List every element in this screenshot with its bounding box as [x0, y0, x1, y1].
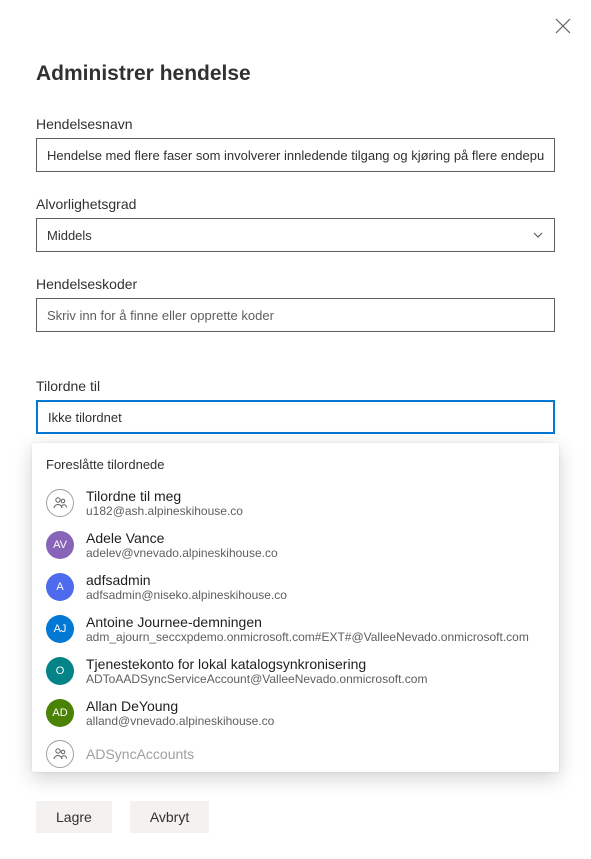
suggestion-email: alland@vnevado.alpineskihouse.co: [86, 714, 274, 728]
suggestion-item[interactable]: AD Allan DeYoungalland@vnevado.alpineskih…: [32, 692, 555, 734]
suggestion-item[interactable]: Tilordne til megu182@ash.alpineskihouse.…: [32, 482, 555, 524]
suggestion-email: adelev@vnevado.alpineskihouse.co: [86, 546, 278, 560]
incident-name-field: Hendelsesnavn: [36, 116, 555, 172]
suggestion-name: Allan DeYoung: [86, 698, 274, 714]
suggestion-item[interactable]: ADSyncAccounts: [32, 734, 555, 772]
suggestion-email: adfsadmin@niseko.alpineskihouse.co: [86, 588, 287, 602]
action-bar: Lagre Avbryt: [36, 801, 209, 833]
tags-input[interactable]: [36, 298, 555, 332]
suggestion-email: u182@ash.alpineskihouse.co: [86, 504, 243, 518]
suggestion-item[interactable]: Aadfsadminadfsadmin@niseko.alpineskihous…: [32, 566, 555, 608]
chevron-down-icon: [532, 229, 544, 241]
suggestion-item[interactable]: O Tjenestekonto for lokal katalogsynkroni…: [32, 650, 555, 692]
suggestion-name: ADSyncAccounts: [86, 746, 194, 762]
assign-input[interactable]: [36, 400, 555, 434]
avatar: AV: [46, 531, 74, 559]
incident-name-input[interactable]: [36, 138, 555, 172]
page-title: Administrer hendelse: [36, 62, 555, 86]
avatar: A: [46, 573, 74, 601]
people-icon: [46, 489, 74, 517]
avatar: O: [46, 657, 74, 685]
assign-field: Tilordne til: [36, 378, 555, 434]
severity-select[interactable]: Middels: [36, 218, 555, 252]
cancel-button[interactable]: Avbryt: [130, 801, 209, 833]
severity-label: Alvorlighetsgrad: [36, 196, 555, 212]
avatar: AJ: [46, 615, 74, 643]
suggestion-name: Antoine Journee-demningen: [86, 614, 529, 630]
avatar: AD: [46, 699, 74, 727]
close-icon: [555, 18, 571, 34]
assign-label: Tilordne til: [36, 378, 555, 394]
suggestion-name: Tilordne til meg: [86, 488, 243, 504]
severity-field: Alvorlighetsgrad Middels: [36, 196, 555, 252]
severity-value: Middels: [47, 228, 92, 243]
incident-name-label: Hendelsesnavn: [36, 116, 555, 132]
suggestion-name: Adele Vance: [86, 530, 278, 546]
suggestion-name: adfsadmin: [86, 572, 287, 588]
dropdown-list[interactable]: Tilordne til megu182@ash.alpineskihouse.…: [32, 482, 559, 772]
suggestion-item[interactable]: AJ Antoine Journee-demningenadm_ajourn_se…: [32, 608, 555, 650]
tags-field: Hendelseskoder: [36, 276, 555, 332]
suggestion-name: Tjenestekonto for lokal katalogsynkronis…: [86, 656, 427, 672]
assign-dropdown: Foreslåtte tilordnede Tilordne til megu1…: [32, 443, 559, 772]
people-icon: [46, 740, 74, 768]
suggestion-email: adm_ajourn_seccxpdemo.onmicrosoft.com#EX…: [86, 630, 529, 644]
tags-label: Hendelseskoder: [36, 276, 555, 292]
dropdown-header: Foreslåtte tilordnede: [32, 443, 559, 482]
suggestion-email: ADToAADSyncServiceAccount@ValleeNevado.o…: [86, 672, 427, 686]
close-button[interactable]: [555, 18, 571, 34]
suggestion-item[interactable]: AV Adele Vanceadelev@vnevado.alpineskihou…: [32, 524, 555, 566]
save-button[interactable]: Lagre: [36, 801, 112, 833]
